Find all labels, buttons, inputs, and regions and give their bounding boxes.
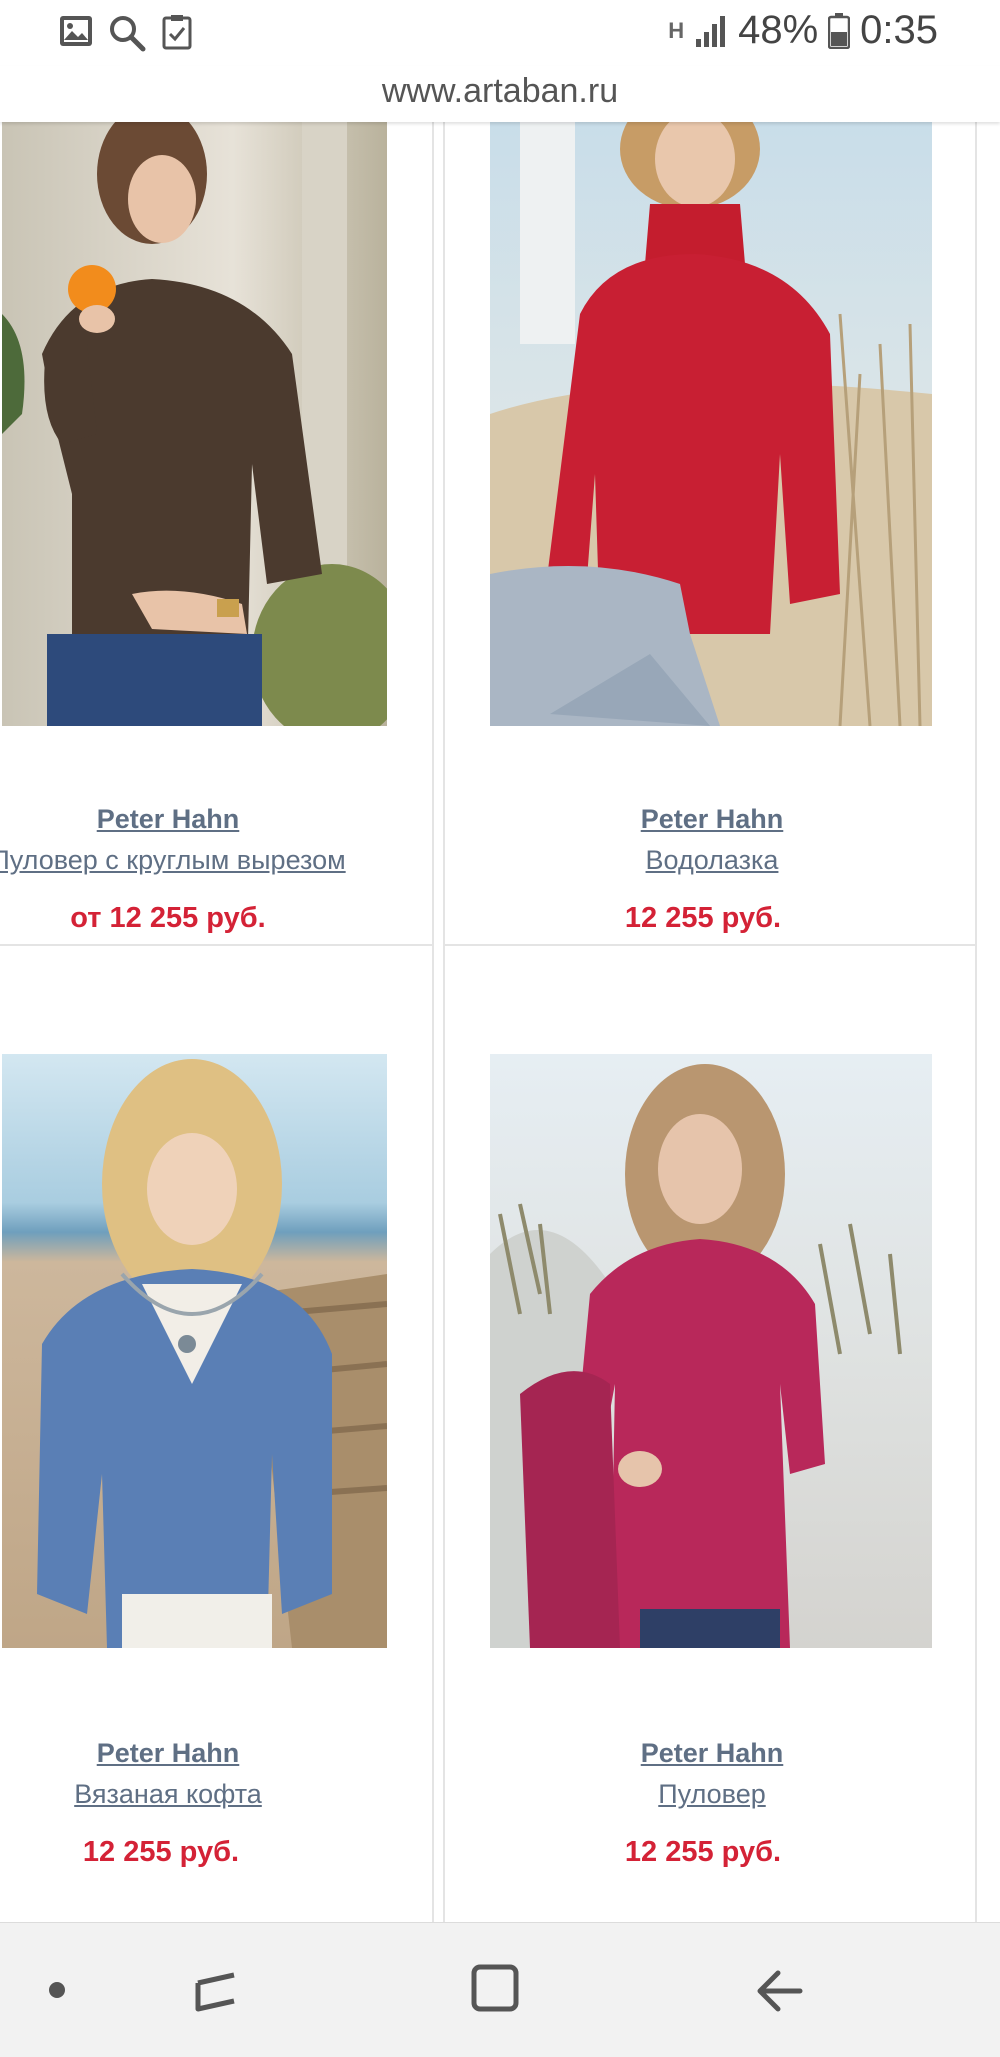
home-icon[interactable]	[470, 1963, 522, 2015]
product-name-link[interactable]: Водолазка	[445, 845, 979, 876]
clock: 0:35	[860, 8, 938, 52]
product-price: 12 255 руб.	[624, 1836, 782, 1868]
address-bar[interactable]: www.artaban.ru	[0, 66, 1000, 122]
product-price: от 12 255 руб.	[70, 902, 266, 934]
task-check-icon	[162, 15, 192, 50]
url-text[interactable]: www.artaban.ru	[0, 72, 1000, 111]
dot-icon[interactable]	[46, 1979, 68, 2001]
product-card[interactable]: Peter Hahn Пуловер 12 255 руб.	[443, 944, 977, 1922]
product-photo-raspberry-pullover[interactable]	[490, 1054, 932, 1648]
product-brand-link[interactable]: Peter Hahn	[445, 1738, 979, 1769]
product-grid: Peter Hahn Пуловер с круглым вырезом от …	[0, 122, 1000, 1922]
product-info: Peter Hahn Вязаная кофта 12 255 руб.	[0, 1738, 398, 1869]
gallery-icon	[60, 16, 92, 46]
network-type-label: H	[668, 17, 685, 43]
recent-apps-icon[interactable]	[190, 1965, 242, 2017]
product-name-link[interactable]: Вязаная кофта	[0, 1779, 398, 1810]
product-name-link[interactable]: Пуловер	[445, 1779, 979, 1810]
product-card[interactable]: Peter Hahn Водолазка 12 255 руб.	[443, 122, 977, 1048]
status-bar: H 48% 0:35	[0, 0, 1000, 66]
product-brand-link[interactable]: Peter Hahn	[0, 1738, 398, 1769]
product-info: Peter Hahn Водолазка 12 255 руб.	[445, 804, 979, 935]
battery-percent: 48%	[738, 8, 819, 52]
product-photo-red-turtleneck[interactable]	[490, 122, 932, 726]
product-photo-brown-sweater[interactable]	[2, 122, 387, 726]
product-name-link[interactable]: Пуловер с круглым вырезом	[0, 845, 398, 876]
signal-icon	[696, 15, 726, 47]
product-price: 12 255 руб.	[82, 1836, 240, 1868]
product-price: 12 255 руб.	[624, 902, 782, 934]
battery-icon	[828, 12, 851, 49]
product-brand-link[interactable]: Peter Hahn	[445, 804, 979, 835]
navigation-bar	[0, 1922, 1000, 2057]
back-icon[interactable]	[752, 1965, 804, 2017]
product-photo-blue-cardigan[interactable]	[2, 1054, 387, 1648]
product-info: Peter Hahn Пуловер 12 255 руб.	[445, 1738, 979, 1869]
product-card[interactable]: Peter Hahn Вязаная кофта 12 255 руб.	[0, 944, 434, 1922]
product-info: Peter Hahn Пуловер с круглым вырезом от …	[0, 804, 398, 935]
product-brand-link[interactable]: Peter Hahn	[0, 804, 398, 835]
product-card[interactable]: Peter Hahn Пуловер с круглым вырезом от …	[0, 122, 434, 1048]
search-icon	[110, 16, 146, 52]
